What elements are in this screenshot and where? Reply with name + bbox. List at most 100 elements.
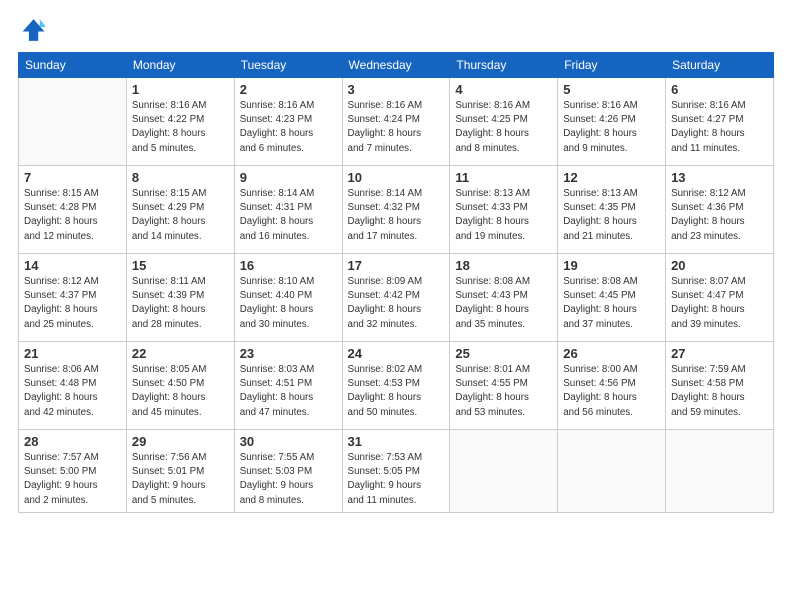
day-info: Sunrise: 8:14 AMSunset: 4:31 PMDaylight:… [240,187,337,244]
day-info: Sunrise: 8:16 AMSunset: 4:24 PMDaylight:… [348,99,445,156]
day-number: 1 [132,82,229,97]
day-number: 26 [563,346,660,361]
day-info: Sunrise: 8:15 AMSunset: 4:28 PMDaylight:… [24,187,121,244]
calendar-week-row: 21 Sunrise: 8:06 AMSunset: 4:48 PMDayligh… [19,342,774,430]
day-info: Sunrise: 8:07 AMSunset: 4:47 PMDaylight:… [671,275,768,332]
calendar-cell: 24Sunrise: 8:02 AMSunset: 4:53 PMDayligh… [342,342,450,430]
day-number: 18 [455,258,552,273]
day-info: Sunrise: 8:13 AMSunset: 4:35 PMDaylight:… [563,187,660,244]
day-number: 2 [240,82,337,97]
calendar-cell [666,430,774,513]
day-info: Sunrise: 8:06 AMSunset: 4:48 PMDaylight:… [24,363,121,420]
calendar-cell: 7 Sunrise: 8:15 AMSunset: 4:28 PMDaylight… [19,166,127,254]
day-number: 19 [563,258,660,273]
day-info: Sunrise: 8:03 AMSunset: 4:51 PMDaylight:… [240,363,337,420]
page: SundayMondayTuesdayWednesdayThursdayFrid… [0,0,792,612]
day-info: Sunrise: 8:13 AMSunset: 4:33 PMDaylight:… [455,187,552,244]
calendar-cell: 5 Sunrise: 8:16 AMSunset: 4:26 PMDaylight… [558,78,666,166]
day-info: Sunrise: 7:57 AMSunset: 5:00 PMDaylight:… [24,451,121,508]
day-number: 22 [132,346,229,361]
day-info: Sunrise: 8:16 AMSunset: 4:27 PMDaylight:… [671,99,768,156]
day-number: 16 [240,258,337,273]
calendar-cell: 27 Sunrise: 7:59 AMSunset: 4:58 PMDayligh… [666,342,774,430]
calendar-cell: 17 Sunrise: 8:09 AMSunset: 4:42 PMDayligh… [342,254,450,342]
calendar-cell: 9Sunrise: 8:14 AMSunset: 4:31 PMDaylight… [234,166,342,254]
day-number: 6 [671,82,768,97]
day-info: Sunrise: 8:10 AMSunset: 4:40 PMDaylight:… [240,275,337,332]
day-number: 29 [132,434,229,449]
day-info: Sunrise: 8:16 AMSunset: 4:25 PMDaylight:… [455,99,552,156]
calendar-cell: 11Sunrise: 8:13 AMSunset: 4:33 PMDayligh… [450,166,558,254]
day-info: Sunrise: 7:53 AMSunset: 5:05 PMDaylight:… [348,451,445,508]
day-number: 28 [24,434,121,449]
day-number: 7 [24,170,121,185]
day-info: Sunrise: 8:11 AMSunset: 4:39 PMDaylight:… [132,275,229,332]
day-info: Sunrise: 7:59 AMSunset: 4:58 PMDaylight:… [671,363,768,420]
day-info: Sunrise: 8:15 AMSunset: 4:29 PMDaylight:… [132,187,229,244]
calendar-cell: 21 Sunrise: 8:06 AMSunset: 4:48 PMDayligh… [19,342,127,430]
calendar-cell: 15 Sunrise: 8:11 AMSunset: 4:39 PMDayligh… [126,254,234,342]
day-info: Sunrise: 8:16 AMSunset: 4:22 PMDaylight:… [132,99,229,156]
day-info: Sunrise: 8:12 AMSunset: 4:36 PMDaylight:… [671,187,768,244]
day-number: 30 [240,434,337,449]
header [18,16,774,44]
calendar-cell: 14 Sunrise: 8:12 AMSunset: 4:37 PMDayligh… [19,254,127,342]
weekday-header: Sunday [19,53,127,78]
calendar-cell: 25 Sunrise: 8:01 AMSunset: 4:55 PMDayligh… [450,342,558,430]
day-number: 14 [24,258,121,273]
day-number: 10 [348,170,445,185]
day-number: 20 [671,258,768,273]
day-number: 12 [563,170,660,185]
day-info: Sunrise: 8:12 AMSunset: 4:37 PMDaylight:… [24,275,121,332]
logo-icon [18,16,46,44]
weekday-header: Friday [558,53,666,78]
calendar-cell: 22 Sunrise: 8:05 AMSunset: 4:50 PMDayligh… [126,342,234,430]
calendar-cell: 28 Sunrise: 7:57 AMSunset: 5:00 PMDayligh… [19,430,127,513]
day-number: 15 [132,258,229,273]
weekday-header: Thursday [450,53,558,78]
weekday-header: Monday [126,53,234,78]
day-info: Sunrise: 8:05 AMSunset: 4:50 PMDaylight:… [132,363,229,420]
calendar-cell: 20 Sunrise: 8:07 AMSunset: 4:47 PMDayligh… [666,254,774,342]
day-number: 21 [24,346,121,361]
calendar-table: SundayMondayTuesdayWednesdayThursdayFrid… [18,52,774,513]
calendar-cell: 19 Sunrise: 8:08 AMSunset: 4:45 PMDayligh… [558,254,666,342]
calendar-cell: 29 Sunrise: 7:56 AMSunset: 5:01 PMDayligh… [126,430,234,513]
day-number: 25 [455,346,552,361]
day-info: Sunrise: 8:09 AMSunset: 4:42 PMDaylight:… [348,275,445,332]
day-number: 5 [563,82,660,97]
calendar-week-row: 7 Sunrise: 8:15 AMSunset: 4:28 PMDaylight… [19,166,774,254]
calendar-cell: 23 Sunrise: 8:03 AMSunset: 4:51 PMDayligh… [234,342,342,430]
weekday-header: Saturday [666,53,774,78]
day-number: 4 [455,82,552,97]
day-number: 27 [671,346,768,361]
day-info: Sunrise: 8:01 AMSunset: 4:55 PMDaylight:… [455,363,552,420]
calendar-cell [558,430,666,513]
calendar-cell: 13 Sunrise: 8:12 AMSunset: 4:36 PMDayligh… [666,166,774,254]
day-info: Sunrise: 7:55 AMSunset: 5:03 PMDaylight:… [240,451,337,508]
calendar-cell: 8 Sunrise: 8:15 AMSunset: 4:29 PMDaylight… [126,166,234,254]
calendar-cell: 6 Sunrise: 8:16 AMSunset: 4:27 PMDaylight… [666,78,774,166]
calendar-cell: 16 Sunrise: 8:10 AMSunset: 4:40 PMDayligh… [234,254,342,342]
calendar-cell: 12 Sunrise: 8:13 AMSunset: 4:35 PMDayligh… [558,166,666,254]
day-number: 3 [348,82,445,97]
calendar-week-row: 14 Sunrise: 8:12 AMSunset: 4:37 PMDayligh… [19,254,774,342]
day-number: 17 [348,258,445,273]
day-info: Sunrise: 8:16 AMSunset: 4:26 PMDaylight:… [563,99,660,156]
calendar-cell: 30 Sunrise: 7:55 AMSunset: 5:03 PMDayligh… [234,430,342,513]
day-number: 31 [348,434,445,449]
day-info: Sunrise: 8:08 AMSunset: 4:45 PMDaylight:… [563,275,660,332]
calendar-cell: 31 Sunrise: 7:53 AMSunset: 5:05 PMDayligh… [342,430,450,513]
day-number: 8 [132,170,229,185]
calendar-cell [19,78,127,166]
day-info: Sunrise: 8:08 AMSunset: 4:43 PMDaylight:… [455,275,552,332]
logo [18,16,50,44]
day-info: Sunrise: 8:00 AMSunset: 4:56 PMDaylight:… [563,363,660,420]
day-number: 23 [240,346,337,361]
calendar-cell [450,430,558,513]
weekday-header: Wednesday [342,53,450,78]
day-info: Sunrise: 8:02 AMSunset: 4:53 PMDaylight:… [348,363,445,420]
day-info: Sunrise: 7:56 AMSunset: 5:01 PMDaylight:… [132,451,229,508]
day-number: 13 [671,170,768,185]
calendar-cell: 4 Sunrise: 8:16 AMSunset: 4:25 PMDaylight… [450,78,558,166]
